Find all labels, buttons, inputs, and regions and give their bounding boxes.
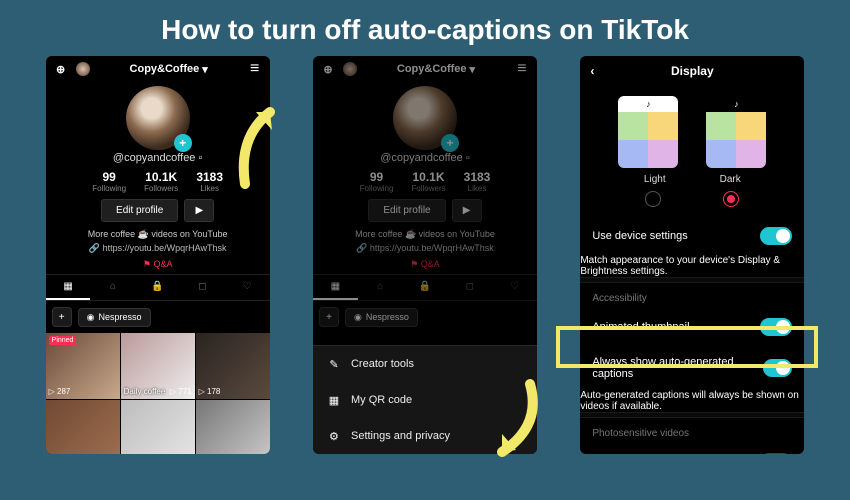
back-icon[interactable]: ‹ [590,64,602,78]
video-thumb[interactable] [196,400,270,454]
hamburger-icon[interactable]: ≡ [248,62,262,76]
menu-qr-code[interactable]: ▦My QR code [313,382,537,418]
remove-ps-toggle[interactable] [760,453,792,454]
use-device-label: Use device settings [592,230,687,242]
video-thumb[interactable]: Pinned▷ 287 [46,333,120,399]
stat-followers[interactable]: 10.1KFollowers [144,170,178,193]
stat-following[interactable]: 99Following [92,170,126,193]
radio-light[interactable] [645,191,661,207]
collection-chip[interactable]: ◉Nespresso [78,308,151,327]
use-device-toggle[interactable] [760,227,792,245]
tab-liked[interactable]: ♡ [225,275,270,300]
add-user-icon[interactable]: ⊕ [54,62,68,76]
theme-light-label: Light [644,174,666,185]
gear-icon: ⚙ [327,429,341,443]
auto-captions-label: Always show auto-generated captions [592,356,763,380]
qa-link[interactable]: Q&A [153,259,172,269]
avatar-small-icon[interactable] [76,62,90,76]
menu-settings-privacy[interactable]: ⚙Settings and privacy [313,418,537,454]
theme-dark-card[interactable]: ♪ [706,96,766,168]
bottom-sheet: ✎Creator tools ▦My QR code ⚙Settings and… [313,345,537,454]
bio-line1: More coffee ☕ videos on YouTube [56,228,260,242]
use-device-sub: Match appearance to your device's Displa… [580,255,804,277]
animated-thumb-toggle[interactable] [760,318,792,336]
tab-locked[interactable]: ⌂ [90,275,135,300]
video-thumb[interactable] [46,400,120,454]
profile-tabs: ▦ ⌂ 🔒 ◻ ♡ [46,274,270,301]
youtube-button[interactable]: ▶ [184,199,214,222]
avatar[interactable]: + [126,86,190,150]
video-thumb[interactable]: Daily coffee▷ 771 [121,333,195,399]
handle: @copyandcoffee [113,152,196,164]
radio-dark[interactable] [723,191,739,207]
qr-icon[interactable]: ▫ [199,152,203,164]
creator-tools-icon: ✎ [327,357,341,371]
tutorial-title: How to turn off auto-captions on TikTok [0,0,850,56]
profile-name[interactable]: Copy&Coffee [130,63,200,75]
screen-display-settings: ‹ Display ♪ ♪ Light Dark Use device setti… [580,56,804,454]
chevron-down-icon: ▾ [202,63,208,76]
theme-dark-label: Dark [720,174,741,185]
add-story-icon[interactable]: + [174,134,192,152]
tab-grid[interactable]: ▦ [46,275,91,300]
animated-thumb-label: Animated thumbnail [592,321,689,333]
video-thumb[interactable]: ▷ 178 [196,333,270,399]
bio-link[interactable]: 🔗 https://youtu.be/WpqrHAwThsk [56,242,260,256]
auto-captions-sub: Auto-generated captions will always be s… [580,390,804,412]
screen-menu: ⊕ Copy&Coffee▾ ≡ + @copyandcoffee ▫ 99Fo… [313,56,537,454]
qr-code-icon: ▦ [327,393,341,407]
tab-saved[interactable]: ◻ [180,275,225,300]
auto-captions-toggle[interactable] [763,359,792,377]
page-title: Display [610,64,774,78]
stat-likes[interactable]: 3183Likes [196,170,223,193]
menu-creator-tools[interactable]: ✎Creator tools [313,346,537,382]
video-thumb[interactable] [121,400,195,454]
video-grid: Pinned▷ 287 Daily coffee▷ 771 ▷ 178 [46,333,270,454]
qa-icon: ⚑ [143,259,151,269]
section-accessibility: Accessibility [580,283,804,308]
section-photosensitive: Photosensitive videos [580,418,804,443]
theme-light-card[interactable]: ♪ [618,96,678,168]
edit-profile-button[interactable]: Edit profile [101,199,178,222]
tab-private[interactable]: 🔒 [135,275,180,300]
screen-profile: ⊕ Copy&Coffee▾ ≡ + @copyandcoffee ▫ 99Fo… [46,56,270,454]
add-collection-button[interactable]: + [52,307,72,327]
